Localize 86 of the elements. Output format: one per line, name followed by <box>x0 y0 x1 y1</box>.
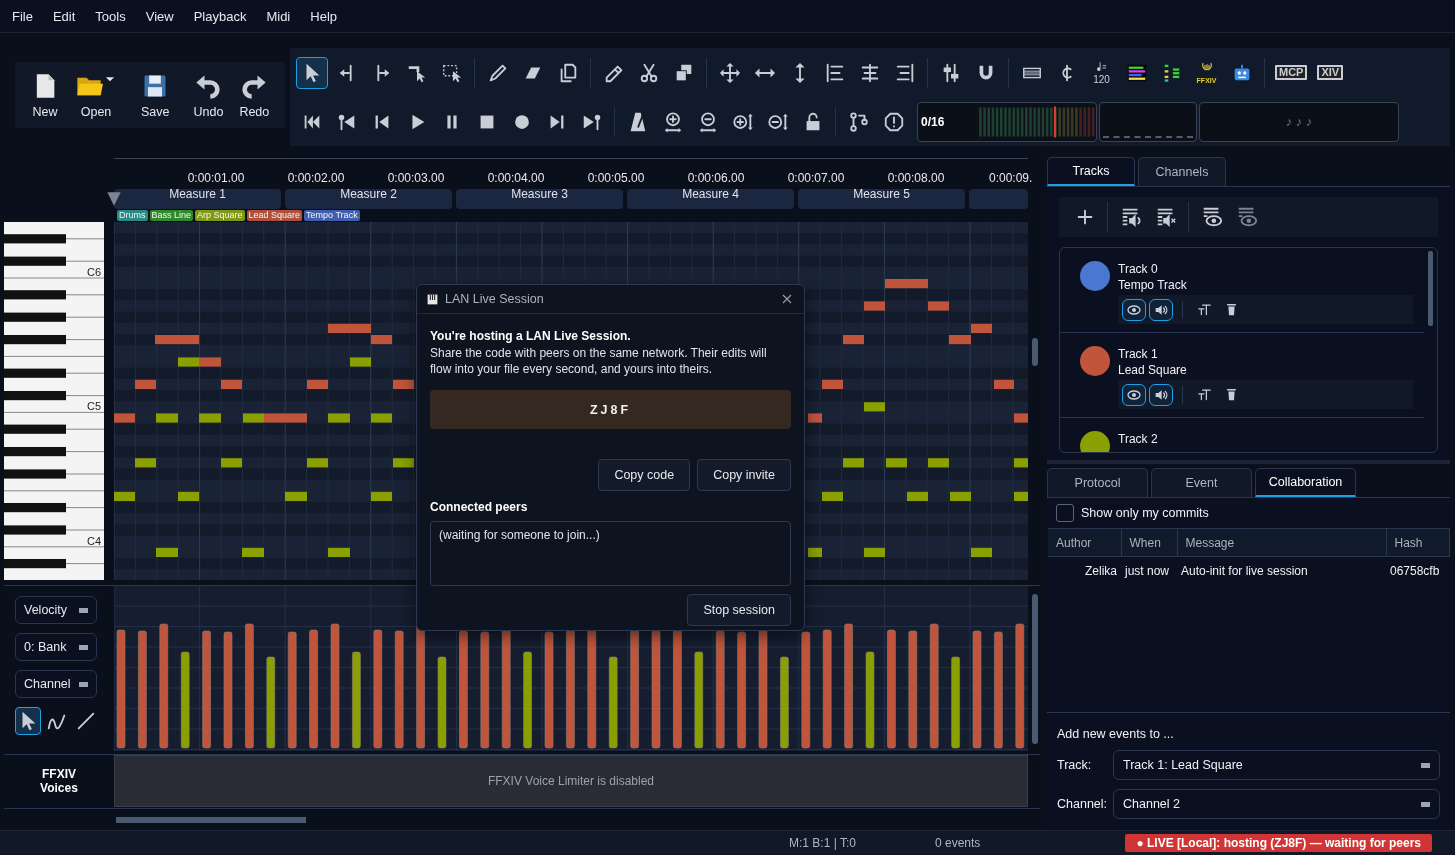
menu-item[interactable]: Midi <box>256 8 301 24</box>
menu-item[interactable]: Playback <box>183 8 257 24</box>
note-button[interactable]: 120 <box>1085 56 1118 89</box>
selector-dropdown[interactable]: Channel <box>15 670 97 698</box>
measure-bar: Measure 1 <box>114 189 281 209</box>
dialog-text: Share the code with peers on the same network. Their edits will flow into your file every second, and yours into theirs. <box>430 345 768 377</box>
time-label: 0:00:08.00 <box>886 171 946 185</box>
track-tag: Bass Line <box>149 210 194 221</box>
floppy-button[interactable]: Save <box>133 71 178 119</box>
panel-tab[interactable]: Protocol <box>1047 468 1148 497</box>
section-title: Add new events to ... <box>1057 727 1175 741</box>
time-label: 0:00:06.00 <box>686 171 746 185</box>
track-title: Track 2 <box>1118 431 1158 447</box>
track-tag: Tempo Track <box>304 210 360 221</box>
peers-box: (waiting for someone to join...) <box>430 521 791 586</box>
redo-button[interactable]: Redo <box>231 71 278 119</box>
measure-bar: Measure 5 <box>798 189 965 209</box>
panel-tab[interactable]: Channels <box>1138 157 1226 186</box>
document-button[interactable]: New <box>23 71 67 119</box>
measure-bar: Measure 3 <box>456 189 623 209</box>
button-label: Save <box>141 104 170 119</box>
icon-caption: 120 <box>1093 74 1110 85</box>
button-label: Open <box>80 104 112 119</box>
key-label: C6 <box>86 265 101 278</box>
button-label: Undo <box>193 104 224 119</box>
button-label: Redo <box>239 104 270 119</box>
menu-item[interactable]: Tools <box>85 8 136 24</box>
time-label: 0:00:05.00 <box>586 171 646 185</box>
panel-tab[interactable]: Collaboration <box>1255 468 1356 497</box>
menu-item[interactable]: File <box>2 8 43 24</box>
key-label: C4 <box>86 534 101 547</box>
track-name: Lead Square <box>1118 362 1188 378</box>
table-cell: 06758cfb <box>1386 556 1449 585</box>
time-label: 0:00:03.00 <box>386 171 446 185</box>
panel-tab[interactable]: Event <box>1151 468 1252 497</box>
menu-item[interactable]: Edit <box>42 8 86 24</box>
undo-button[interactable]: Undo <box>185 71 232 119</box>
time-label: 0:00:04.00 <box>486 171 546 185</box>
peers-label: Connected peers <box>430 500 529 514</box>
panel-tab[interactable]: Tracks <box>1047 157 1135 186</box>
table-cell: Zelika <box>1048 556 1121 585</box>
copy-button[interactable]: Copy invite <box>697 459 791 491</box>
dialog-title: LAN Live Session <box>445 292 545 306</box>
track-title: Track 0 <box>1118 261 1159 277</box>
dialog-heading: You're hosting a LAN Live Session. <box>430 329 632 343</box>
time-label: 0:00:01.00 <box>186 171 246 185</box>
time-label: 0:00:07.00 <box>786 171 846 185</box>
event-count: 0 events <box>935 836 981 850</box>
dropdown-field[interactable]: Channel 2 <box>1113 789 1440 819</box>
column-header[interactable]: Hash <box>1386 528 1449 557</box>
track-tag: Drums <box>117 210 148 221</box>
stop-session-button[interactable]: Stop session <box>687 594 791 626</box>
time-label: 0:00:09. <box>988 171 1033 185</box>
column-header[interactable]: Author <box>1048 528 1121 557</box>
checkbox-label: Show only my commits <box>1081 506 1209 520</box>
toolbar-button[interactable]: MCP <box>1275 65 1308 80</box>
selector-dropdown[interactable]: 0: Bank <box>15 633 97 661</box>
copy-button[interactable]: Copy code <box>598 459 691 491</box>
button-label: New <box>32 104 58 119</box>
field-label: Track: <box>1057 758 1093 772</box>
table-cell: just now <box>1121 556 1177 585</box>
time-label: 0:00:02.00 <box>286 171 346 185</box>
column-header[interactable]: Message <box>1177 528 1386 557</box>
measure-bar: Measure 4 <box>627 189 794 209</box>
menu-item[interactable]: View <box>135 8 184 24</box>
field-label: Channel: <box>1057 797 1109 811</box>
track-name: Tempo Track <box>1118 277 1188 293</box>
menu-item[interactable]: Help <box>300 8 347 24</box>
track-tag: Arp Square <box>195 210 245 221</box>
cursor-position: M:1 B:1 | T:0 <box>789 836 857 850</box>
meter-reading: 0/16 <box>921 114 945 129</box>
voice-limiter-message: FFXIV Voice Limiter is disabled <box>114 755 1028 807</box>
dropdown-field[interactable]: Track 1: Lead Square <box>1113 750 1440 780</box>
track-tag: Lead Square <box>246 210 303 221</box>
selector-dropdown[interactable]: Velocity <box>15 596 97 624</box>
measure-bar: Measure 2 <box>285 189 452 209</box>
session-code: ZJ8F <box>430 390 791 429</box>
key-label: C5 <box>86 400 101 413</box>
voices-label: FFXIV Voices <box>39 767 79 795</box>
column-header[interactable]: When <box>1121 528 1177 557</box>
live-status-badge: ● LIVE [Local]: hosting (ZJ8F) — waiting for peers <box>1125 834 1432 852</box>
folder-button[interactable]: Open <box>67 71 125 119</box>
toolbar-button[interactable]: XIV <box>1317 65 1344 80</box>
music-display: ♪ ♪ ♪ <box>1199 101 1399 142</box>
table-cell: Auto-init for live session <box>1177 556 1386 585</box>
track-title: Track 1 <box>1118 346 1159 362</box>
